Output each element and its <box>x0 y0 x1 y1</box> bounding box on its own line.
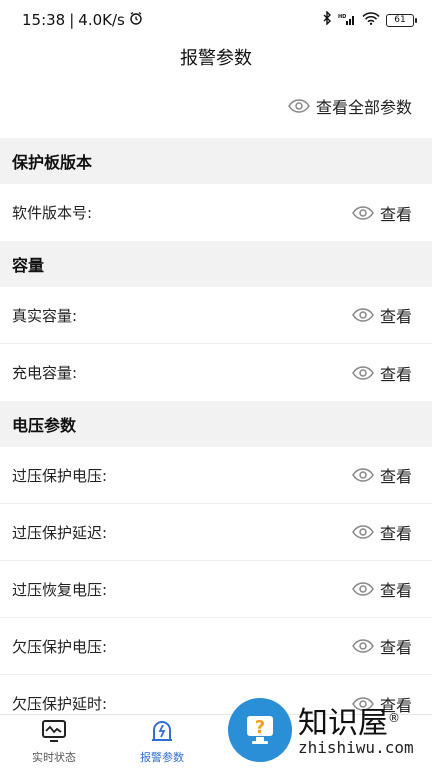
section-header: 电压参数 <box>0 401 432 447</box>
alarm-icon <box>149 719 175 746</box>
param-label: 软件版本号: <box>12 204 93 222</box>
view-label: 查看 <box>379 204 412 224</box>
section-voltage-params: 电压参数 过压保护电压: 查看 过压保护延迟: 查看 过压恢复电压: 查看 欠压… <box>0 401 432 714</box>
param-label: 过压恢复电压: <box>12 580 108 599</box>
section-protection-board-version: 保护板版本 软件版本号: 查看 <box>0 138 432 241</box>
status-bar: 15:38 | 4.0K/s HD 61 <box>0 0 432 40</box>
param-row: 软件版本号: 查看 <box>0 184 432 241</box>
view-button[interactable]: 查看 <box>352 201 412 225</box>
nav-item-alarm-params[interactable]: 报警参数 <box>108 715 216 768</box>
monitor-icon <box>41 719 67 746</box>
eye-icon <box>352 525 374 539</box>
param-label: 真实容量: <box>12 306 78 325</box>
section-capacity: 容量 真实容量: 查看 充电容量: 查看 <box>0 241 432 401</box>
nav-item-3[interactable] <box>216 715 324 768</box>
svg-text:HD: HD <box>338 14 346 20</box>
eye-icon <box>352 205 374 220</box>
eye-icon <box>352 308 374 322</box>
param-label: 过压保护电压: <box>12 466 108 485</box>
section-header: 容量 <box>0 241 432 287</box>
eye-icon <box>352 696 374 711</box>
param-row: 过压恢复电压: 查看 <box>0 561 432 618</box>
view-button[interactable]: 查看 <box>352 634 412 658</box>
eye-icon <box>288 99 310 113</box>
view-button[interactable]: 查看 <box>352 361 412 385</box>
content-area[interactable]: 查看全部参数 保护板版本 软件版本号: 查看 容量 真实容量: 查看 充电容量: <box>0 74 432 714</box>
wifi-icon <box>362 11 380 29</box>
view-all-row: 查看全部参数 <box>0 74 432 138</box>
network-speed: 4.0K/s <box>78 11 125 29</box>
nav-item-realtime-status[interactable]: 实时状态 <box>0 715 108 768</box>
view-label: 查看 <box>379 307 412 326</box>
status-bar-right: HD 61 <box>322 10 417 29</box>
eye-icon <box>352 468 374 482</box>
page-title: 报警参数 <box>180 48 252 69</box>
nav-label: 报警参数 <box>140 750 184 764</box>
clock-time: 15:38 <box>22 11 66 29</box>
nav-item-4[interactable] <box>324 715 432 768</box>
status-bar-left: 15:38 | 4.0K/s <box>22 11 143 29</box>
view-all-button[interactable]: 查看全部参数 <box>288 94 412 118</box>
param-row: 充电容量: 查看 <box>0 344 432 401</box>
section-header: 保护板版本 <box>0 138 432 184</box>
divider: | <box>69 11 75 29</box>
param-label: 欠压保护延时: <box>12 695 108 713</box>
view-label: 查看 <box>379 581 412 600</box>
view-label: 查看 <box>379 695 412 715</box>
param-label: 充电容量: <box>12 364 78 382</box>
alarm-clock-icon <box>129 11 143 29</box>
view-label: 查看 <box>379 364 412 384</box>
view-button[interactable]: 查看 <box>352 303 412 327</box>
signal-icon: HD <box>338 11 356 29</box>
view-label: 查看 <box>379 467 412 486</box>
view-button[interactable]: 查看 <box>352 577 412 601</box>
nav-label: 实时状态 <box>32 750 76 764</box>
param-row: 真实容量: 查看 <box>0 287 432 344</box>
battery-icon: 61 <box>386 13 417 27</box>
eye-icon <box>352 582 374 596</box>
param-label: 过压保护延迟: <box>12 523 108 542</box>
param-row: 欠压保护延时: 查看 <box>0 675 432 714</box>
page-title-bar: 报警参数 <box>0 40 432 74</box>
view-button[interactable]: 查看 <box>352 692 412 715</box>
view-button[interactable]: 查看 <box>352 463 412 487</box>
param-label: 欠压保护电压: <box>12 637 108 656</box>
bottom-nav: 实时状态 报警参数 <box>0 714 432 768</box>
param-row: 过压保护电压: 查看 <box>0 447 432 504</box>
view-button[interactable]: 查看 <box>352 520 412 544</box>
eye-icon <box>352 639 374 653</box>
view-label: 查看 <box>379 638 412 657</box>
view-all-label: 查看全部参数 <box>315 98 412 117</box>
view-label: 查看 <box>379 524 412 543</box>
param-row: 过压保护延迟: 查看 <box>0 504 432 561</box>
eye-icon <box>352 365 374 380</box>
param-row: 欠压保护电压: 查看 <box>0 618 432 675</box>
bluetooth-icon <box>322 10 332 29</box>
